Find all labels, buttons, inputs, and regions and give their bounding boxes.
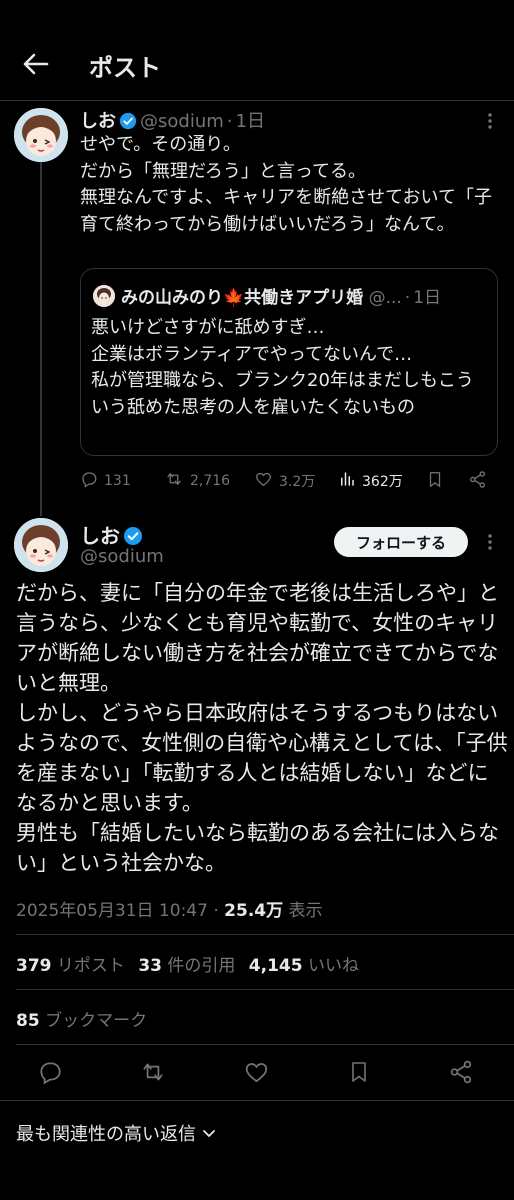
avatar[interactable] — [14, 108, 68, 162]
main-action-bar — [0, 1058, 514, 1088]
bookmarks-stat[interactable]: 85 ブックマーク — [16, 1006, 147, 1031]
author-handle[interactable]: @sodium — [80, 546, 164, 567]
top-bar: ポスト — [0, 0, 514, 101]
views-icon — [338, 470, 356, 492]
tweet-text: だから、妻に「自分の年金で老後は生活しろや」と言うなら、少なくとも育児や転勤で、… — [16, 581, 508, 875]
tweet-action-bar: 131 2,716 3.2万 362万 — [80, 470, 500, 496]
like-icon[interactable] — [242, 1058, 270, 1086]
quote-text: 悪いけどさすがに舐めすぎ… 企業はボランティアでやってないんで… 私が管理職なら… — [91, 317, 474, 418]
divider — [0, 1100, 514, 1101]
like-count: 3.2万 — [279, 474, 316, 490]
author-handle[interactable]: @sodium — [140, 111, 224, 132]
avatar[interactable] — [14, 518, 68, 572]
likes-stat[interactable]: 4,145 いいね — [249, 956, 367, 976]
quote-header: みの山みのり🍁共働きアプリ婚 @... · 1日 — [121, 283, 441, 308]
likes-count: 4,145 — [248, 956, 303, 976]
separator-dot: · — [213, 901, 219, 921]
likes-label: いいね — [307, 956, 359, 976]
tweet-header: しお @sodium · 1日 — [80, 107, 265, 135]
post-time[interactable]: 1日 — [236, 111, 265, 132]
tweet-text: せやで。その通り。 だから「無理だろう」と言ってる。 無理なんですよ、キャリアを… — [80, 134, 493, 235]
quotes-label: 件の引用 — [167, 956, 236, 976]
repost-icon — [164, 470, 184, 492]
views-button[interactable]: 362万 — [338, 470, 403, 492]
repost-count: 2,716 — [190, 473, 231, 489]
bookmarks-count: 85 — [16, 1011, 40, 1031]
bookmark-icon[interactable] — [426, 470, 444, 489]
follow-button[interactable]: フォローする — [334, 527, 468, 557]
chevron-down-icon — [202, 1123, 216, 1144]
divider — [16, 934, 514, 935]
more-icon[interactable] — [478, 530, 502, 554]
thread-connector-line — [40, 162, 42, 516]
bookmark-icon[interactable] — [345, 1058, 373, 1086]
timestamp[interactable]: 2025年05月31日 10:47 — [16, 901, 208, 921]
reposts-label: リポスト — [56, 956, 125, 976]
like-button[interactable]: 3.2万 — [254, 470, 315, 492]
separator-dot: · — [404, 288, 411, 308]
quotes-stat[interactable]: 33 件の引用 — [138, 956, 243, 976]
share-icon[interactable] — [447, 1058, 475, 1086]
view-label: 表示 — [288, 901, 323, 921]
reply-icon — [80, 470, 98, 492]
divider — [16, 1044, 514, 1045]
views-count: 362万 — [362, 474, 403, 490]
quote-time: 1日 — [413, 288, 442, 308]
repost-icon[interactable] — [139, 1058, 167, 1086]
reply-count: 131 — [104, 473, 131, 489]
share-icon[interactable] — [468, 470, 487, 489]
quote-author-handle: @... — [368, 288, 402, 308]
replies-sort-label: 最も関連性の高い返信 — [16, 1124, 196, 1145]
more-icon[interactable] — [478, 109, 502, 133]
replies-sort-dropdown[interactable]: 最も関連性の高い返信 — [16, 1120, 216, 1146]
reply-button[interactable]: 131 — [80, 470, 131, 492]
quoted-tweet[interactable]: みの山みのり🍁共働きアプリ婚 @... · 1日 悪いけどさすがに舐めすぎ… 企業は… — [80, 268, 498, 456]
engagement-stats: 379 リポスト 33 件の引用 4,145 いいね — [16, 951, 367, 976]
quote-author-name: みの山みのり🍁共働きアプリ婚 — [121, 288, 364, 308]
author-name[interactable]: しお — [80, 111, 116, 132]
quotes-count: 33 — [138, 956, 162, 976]
like-icon — [254, 470, 273, 492]
view-count: 25.4万 — [224, 901, 284, 921]
bookmarks-label: ブックマーク — [45, 1011, 148, 1031]
quote-avatar — [93, 285, 115, 307]
reply-icon[interactable] — [36, 1058, 64, 1086]
reposts-stat[interactable]: 379 リポスト — [16, 956, 133, 976]
reposts-count: 379 — [16, 956, 52, 976]
repost-button[interactable]: 2,716 — [164, 470, 230, 492]
back-arrow-icon[interactable] — [18, 48, 54, 80]
divider — [16, 989, 514, 990]
page-title: ポスト — [89, 54, 161, 82]
separator-dot: · — [226, 111, 233, 132]
tweet-meta: 2025年05月31日 10:47 · 25.4万 表示 — [16, 896, 323, 921]
author-name[interactable]: しお — [80, 524, 120, 548]
